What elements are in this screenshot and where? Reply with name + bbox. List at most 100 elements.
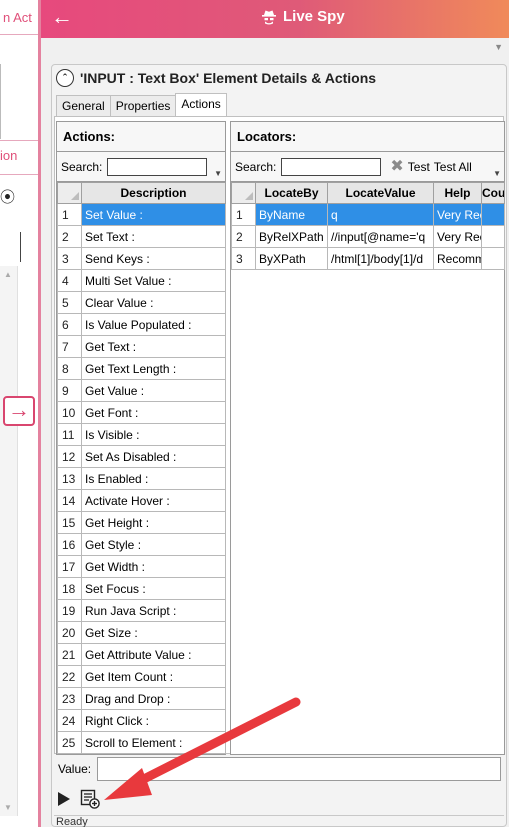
element-details-title: 'INPUT : Text Box' Element Details & Act… [80,70,377,86]
table-row[interactable]: 6 Is Value Populated : [57,313,226,336]
filter-icon[interactable]: ▼ [214,169,222,178]
table-row[interactable]: 3 ByXPath/html[1]/body[1]/d Recomm [231,247,505,270]
actions-search-input[interactable] [107,157,208,176]
locate-by-cell[interactable]: ByName [255,203,328,226]
table-row[interactable]: 10 Get Font : [57,401,226,424]
count-cell[interactable] [481,225,505,248]
table-row[interactable]: 4 Multi Set Value : [57,269,226,292]
help-cell[interactable]: Recomm [433,247,482,270]
table-row[interactable]: 24 Right Click : [57,709,226,732]
action-description[interactable]: Get Size : [81,621,226,644]
action-description[interactable]: Get Style : [81,533,226,556]
help-cell[interactable]: Very Rec [433,225,482,248]
row-number: 6 [57,313,82,336]
action-description[interactable]: Set Text : [81,225,226,248]
table-row[interactable]: 2 Set Text : [57,225,226,248]
table-row[interactable]: 25 Scroll to Element : [57,731,226,754]
action-description[interactable]: Send Keys : [81,247,226,270]
list-add-icon[interactable] [80,789,100,809]
table-row[interactable]: 22 Get Item Count : [57,665,226,688]
table-row[interactable]: 12 Set As Disabled : [57,445,226,468]
table-row[interactable]: 14 Activate Hover : [57,489,226,512]
locate-value-cell[interactable]: //input[@name='q [327,225,434,248]
table-row[interactable]: 16 Get Style : [57,533,226,556]
locators-search-input[interactable] [281,157,382,176]
table-row[interactable]: 17 Get Width : [57,555,226,578]
table-row[interactable]: 8 Get Text Length : [57,357,226,380]
play-icon[interactable] [58,792,70,806]
action-description[interactable]: Get Value : [81,379,226,402]
locate-by-cell[interactable]: ByRelXPath [255,225,328,248]
column-header-locateby[interactable]: LocateBy [255,182,328,204]
count-cell[interactable] [481,203,505,226]
test-button[interactable]: Test [408,160,430,174]
value-input[interactable] [97,757,502,781]
table-row[interactable]: 20 Get Size : [57,621,226,644]
action-description[interactable]: Is Value Populated : [81,313,226,336]
help-cell[interactable]: Very Rec [433,203,482,226]
lifebuoy-icon[interactable]: ⦿ [0,186,15,207]
action-description[interactable]: Run Java Script : [81,599,226,622]
column-header-locatevalue[interactable]: LocateValue [327,182,434,204]
table-row[interactable]: 3 Send Keys : [57,247,226,270]
action-description[interactable]: Multi Set Value : [81,269,226,292]
action-description[interactable]: Right Click : [81,709,226,732]
table-row[interactable]: 11 Is Visible : [57,423,226,446]
status-bar: Ready [54,815,504,827]
table-row[interactable]: 1 ByName q Very Rec [231,203,505,226]
action-description[interactable]: Is Visible : [81,423,226,446]
collapse-icon[interactable]: ⌃ [56,69,74,87]
actions-search-row: Search: ▼ [57,152,225,182]
locator-tools: ✖ Test Test All [390,158,472,174]
table-row[interactable]: 2 ByRelXPath//input[@name='q Very Rec [231,225,505,248]
table-row[interactable]: 9 Get Value : [57,379,226,402]
table-row[interactable]: 18 Set Focus : [57,577,226,600]
action-description[interactable]: Set Focus : [81,577,226,600]
action-description[interactable]: Clear Value : [81,291,226,314]
action-description[interactable]: Get Text : [81,335,226,358]
table-row[interactable]: 5 Clear Value : [57,291,226,314]
scroll-down-icon[interactable]: ▼ [4,803,12,812]
locate-value-cell[interactable]: q [327,203,434,226]
count-cell[interactable] [481,247,505,270]
test-all-button[interactable]: Test All [434,160,472,174]
table-row[interactable]: 1 Set Value : [57,203,226,226]
locate-by-cell[interactable]: ByXPath [255,247,328,270]
tab-actions[interactable]: Actions [175,93,227,116]
left-scrollbar[interactable]: ▲ ▼ [0,266,18,816]
table-row[interactable]: 23 Drag and Drop : [57,687,226,710]
table-row[interactable]: 15 Get Height : [57,511,226,534]
arrow-right-icon[interactable]: → [3,396,35,426]
arrow-left-icon[interactable]: ← [51,6,75,30]
action-description[interactable]: Get Height : [81,511,226,534]
row-number: 19 [57,599,82,622]
column-header-count[interactable]: Cou [481,182,505,204]
action-description[interactable]: Activate Hover : [81,489,226,512]
table-row[interactable]: 7 Get Text : [57,335,226,358]
filter-icon[interactable]: ▼ [493,169,501,178]
scroll-up-icon[interactable]: ▲ [4,270,12,279]
column-header-help[interactable]: Help [433,182,482,204]
action-description[interactable]: Drag and Drop : [81,687,226,710]
tab-general[interactable]: General [56,95,111,116]
action-description[interactable]: Set As Disabled : [81,445,226,468]
locate-value-cell[interactable]: /html[1]/body[1]/d [327,247,434,270]
window-title: Live Spy [261,8,345,25]
table-row[interactable]: 21 Get Attribute Value : [57,643,226,666]
action-description[interactable]: Is Enabled : [81,467,226,490]
table-row[interactable]: 19 Run Java Script : [57,599,226,622]
column-header-description[interactable]: Description [81,182,226,204]
spy-icon [262,10,276,24]
action-description[interactable]: Set Value : [81,203,226,226]
action-description[interactable]: Get Font : [81,401,226,424]
tab-properties[interactable]: Properties [109,95,177,116]
table-row[interactable]: 13 Is Enabled : [57,467,226,490]
close-icon[interactable]: ✖ [390,158,403,174]
action-description[interactable]: Get Text Length : [81,357,226,380]
action-description[interactable]: Get Attribute Value : [81,643,226,666]
action-description[interactable]: Scroll to Element : [81,731,226,754]
action-description[interactable]: Get Width : [81,555,226,578]
chevron-down-icon[interactable]: ▼ [494,42,503,52]
action-description[interactable]: Get Item Count : [81,665,226,688]
row-number: 14 [57,489,82,512]
